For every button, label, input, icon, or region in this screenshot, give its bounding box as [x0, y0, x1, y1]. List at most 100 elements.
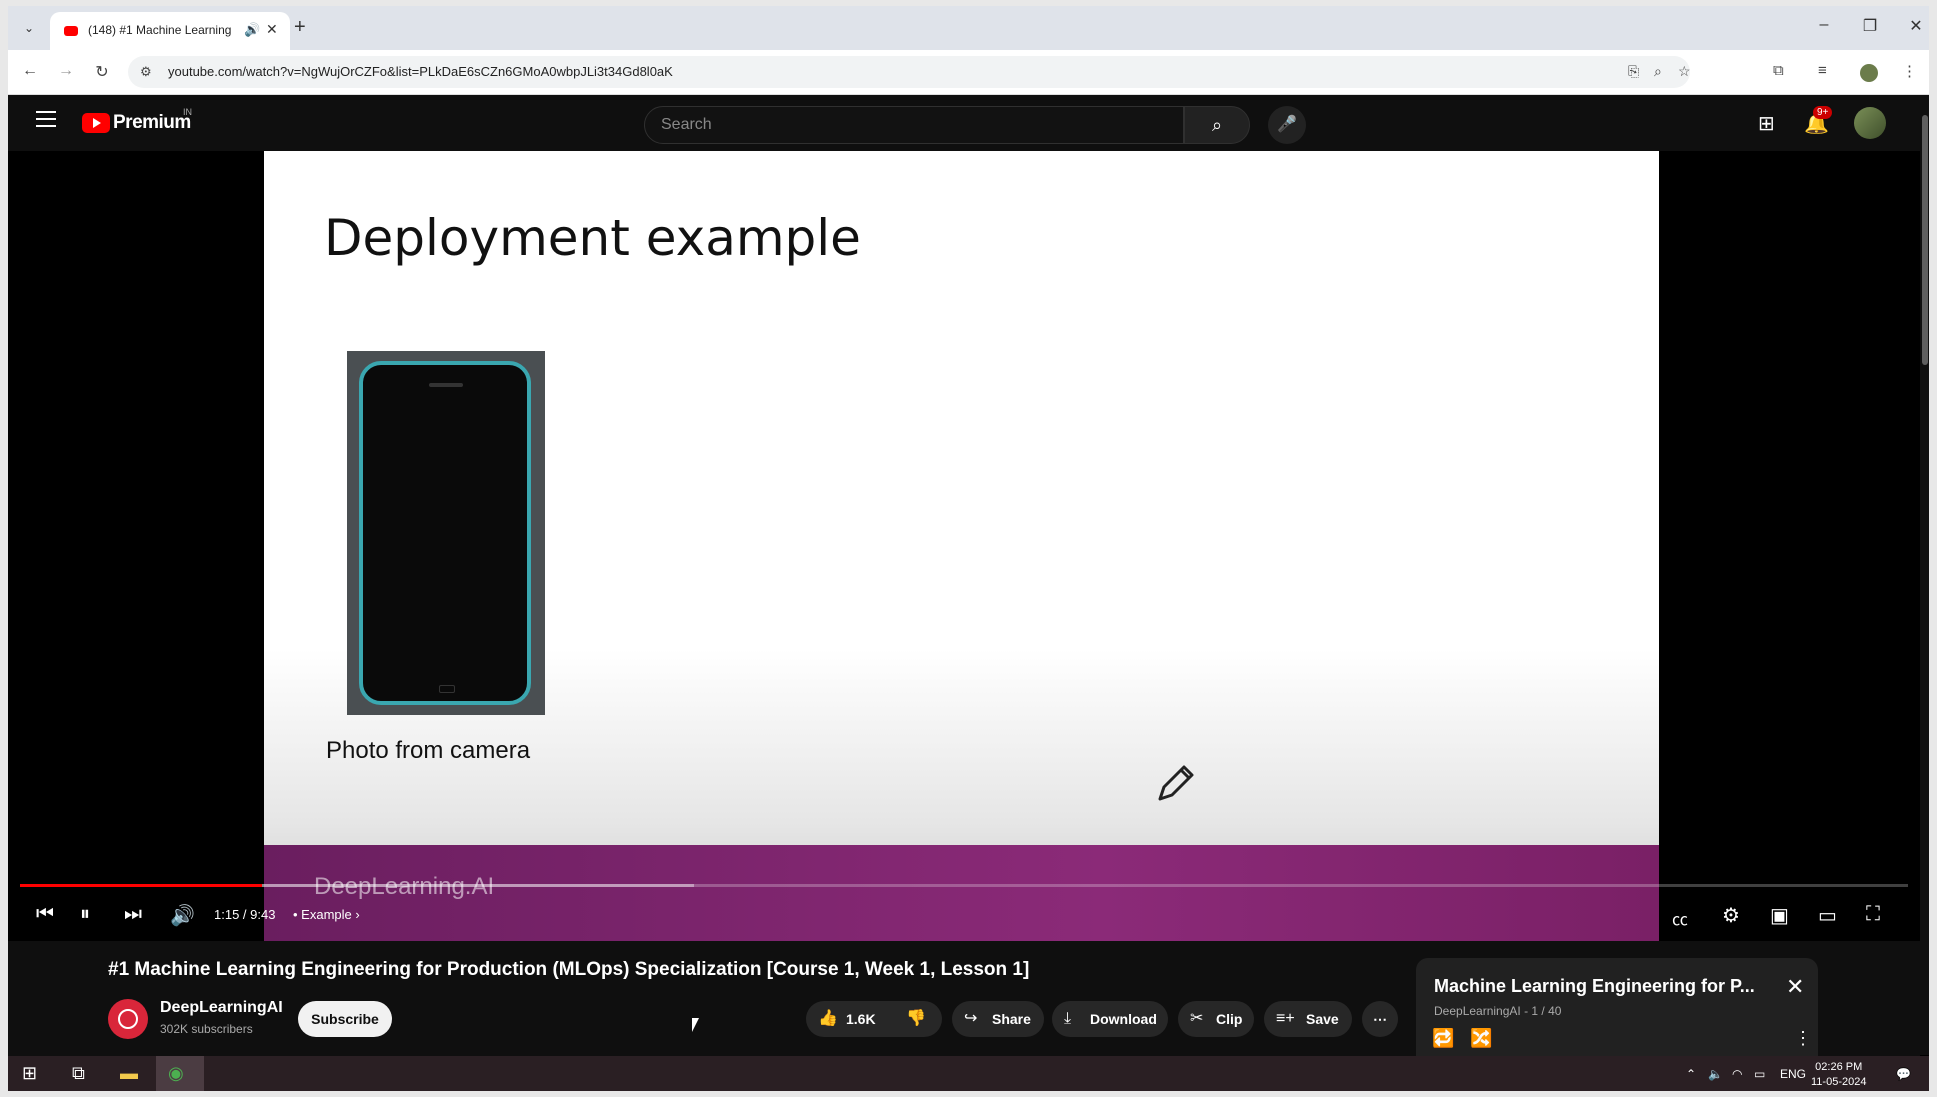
notification-badge: 9+ — [1813, 106, 1833, 119]
like-count[interactable]: 1.6K — [846, 1001, 876, 1037]
windows-start-icon[interactable]: ⊞ — [22, 1063, 37, 1084]
close-window-icon[interactable]: ✕ — [1901, 16, 1929, 36]
wifi-icon[interactable]: ◠ — [1732, 1067, 1742, 1081]
chapter-label[interactable]: • Example — [293, 907, 352, 922]
url-text[interactable]: youtube.com/watch?v=NgWujOrCZFo&list=PLk… — [168, 64, 673, 79]
hamburger-menu-icon[interactable] — [36, 111, 56, 132]
site-info-icon[interactable]: ⚙ — [140, 64, 152, 80]
action-center-icon[interactable]: 💬 — [1896, 1067, 1911, 1081]
zoom-icon[interactable]: ⌕ — [1654, 63, 1662, 80]
pause-icon[interactable]: ⏸ — [80, 903, 90, 926]
create-video-icon[interactable]: ⊞ — [1758, 111, 1775, 136]
clip-button[interactable]: ✂ Clip — [1178, 1001, 1254, 1037]
forward-icon[interactable]: → — [56, 62, 76, 80]
share-icon: ↪ — [964, 1010, 978, 1027]
taskbar-clock[interactable]: 02:26 PM 11-05-2024 — [1811, 1060, 1866, 1090]
phone-icon — [359, 361, 531, 705]
file-explorer-icon[interactable]: ▬ — [120, 1063, 138, 1084]
restore-icon[interactable]: ❐ — [1855, 16, 1885, 36]
mouse-cursor — [692, 1018, 699, 1032]
share-button[interactable]: ↪ Share — [952, 1001, 1044, 1037]
browser-tab[interactable]: (148) #1 Machine Learning 🔊 ✕ — [50, 12, 290, 50]
logo-region: IN — [183, 107, 192, 117]
volume-tray-icon[interactable]: 🔈 — [1708, 1067, 1723, 1081]
like-dislike-group: 👍 1.6K 👎 — [806, 1001, 942, 1037]
miniplayer-icon[interactable]: ▣ — [1770, 903, 1789, 928]
next-icon[interactable]: ⏭ — [124, 903, 142, 926]
media-control-icon[interactable]: ≡ — [1818, 62, 1827, 79]
logo-text[interactable]: Premium — [113, 112, 191, 134]
extensions-icon[interactable]: ⧉ — [1773, 62, 1784, 79]
close-tab-icon[interactable]: ✕ — [266, 21, 278, 38]
volume-icon[interactable]: 🔊 — [170, 903, 195, 928]
settings-gear-icon[interactable]: ⚙ — [1722, 903, 1740, 928]
minimize-icon[interactable]: – — [1809, 16, 1839, 34]
playlist-title[interactable]: Machine Learning Engineering for P... — [1434, 976, 1764, 997]
youtube-header: Premium IN Search ⌕ 🎤 ⊞ 🔔 9+ — [8, 95, 1920, 151]
shuffle-icon[interactable]: 🔀 — [1470, 1028, 1492, 1049]
task-view-icon[interactable]: ⧉ — [72, 1063, 85, 1084]
bookmark-star-icon[interactable]: ☆ — [1678, 63, 1691, 80]
browser-toolbar: ← → ↻ ⚙ youtube.com/watch?v=NgWujOrCZFo&… — [8, 50, 1929, 95]
battery-icon[interactable]: ▭ — [1754, 1067, 1765, 1081]
video-frame: Deployment example Photo from camera — [264, 151, 1659, 941]
save-button[interactable]: ≡+ Save — [1264, 1001, 1352, 1037]
download-button[interactable]: ⤓ Download — [1052, 1001, 1168, 1037]
captions-icon[interactable]: ㏄ — [1672, 906, 1688, 930]
chrome-icon[interactable]: ◉ — [168, 1063, 184, 1084]
close-playlist-icon[interactable]: ✕ — [1786, 974, 1804, 1000]
chevron-right-icon[interactable]: › — [355, 907, 359, 922]
reload-icon[interactable]: ↻ — [92, 62, 112, 82]
channel-name[interactable]: DeepLearningAI — [160, 999, 283, 1017]
tab-title: (148) #1 Machine Learning — [88, 23, 232, 37]
youtube-logo-icon[interactable] — [82, 113, 110, 133]
fullscreen-icon[interactable]: ⛶ — [1866, 903, 1880, 926]
slide-title: Deployment example — [324, 209, 861, 267]
microphone-icon[interactable]: 🎤 — [1268, 106, 1306, 144]
clock-date: 11-05-2024 — [1811, 1076, 1867, 1088]
previous-icon[interactable]: ⏮ — [36, 903, 54, 926]
tray-chevron-icon[interactable]: ⌃ — [1686, 1067, 1696, 1081]
account-avatar[interactable] — [1854, 107, 1886, 139]
slide-caption: Photo from camera — [326, 737, 531, 764]
video-player[interactable]: Deployment example Photo from camera Dee… — [8, 151, 1920, 941]
language-indicator[interactable]: ENG — [1780, 1067, 1806, 1081]
clock-time: 02:26 PM — [1815, 1061, 1863, 1073]
download-icon: ⤓ — [1064, 1010, 1072, 1027]
video-title: #1 Machine Learning Engineering for Prod… — [108, 959, 1030, 980]
playlist-panel: Machine Learning Engineering for P... De… — [1416, 958, 1818, 1068]
scrollbar-thumb[interactable] — [1922, 115, 1928, 365]
time-display: 1:15 / 9:43 — [214, 907, 276, 922]
loop-icon[interactable]: 🔁 — [1432, 1028, 1454, 1049]
deeplearning-watermark: DeepLearning.AI — [314, 873, 495, 900]
install-icon[interactable]: ⎘ — [1628, 63, 1639, 80]
new-tab-icon[interactable]: + — [294, 16, 306, 39]
search-icon[interactable]: ⌕ — [1184, 106, 1250, 144]
dislike-icon[interactable]: 👎 — [906, 1001, 926, 1037]
like-icon[interactable]: 👍 — [818, 1001, 838, 1037]
profile-icon[interactable] — [1860, 64, 1878, 82]
subscribe-button[interactable]: Subscribe — [298, 1001, 392, 1037]
pencil-icon — [1158, 765, 1194, 801]
played-bar — [20, 884, 262, 887]
share-label: Share — [992, 1011, 1031, 1027]
page-scrollbar[interactable] — [1920, 95, 1929, 1055]
chapter-title[interactable]: • Example › — [293, 907, 360, 922]
search-input[interactable]: Search — [644, 106, 1184, 144]
windows-taskbar: ⊞ ⧉ ▬ ◉ ⌃ 🔈 ◠ ▭ ENG 02:26 PM 11-05-2024 … — [8, 1056, 1929, 1091]
playlist-add-icon: ≡+ — [1276, 1010, 1295, 1027]
more-actions-icon[interactable]: ⋯ — [1362, 1001, 1398, 1037]
address-bar[interactable]: ⚙ youtube.com/watch?v=NgWujOrCZFo&list=P… — [128, 56, 1691, 88]
audio-icon[interactable]: 🔊 — [244, 22, 260, 38]
theater-mode-icon[interactable]: ▭ — [1818, 903, 1837, 928]
menu-icon[interactable]: ⋮ — [1902, 62, 1917, 80]
tab-search-icon[interactable]: ⌄ — [18, 18, 40, 38]
browser-window: ⌄ (148) #1 Machine Learning 🔊 ✕ + – ❐ ✕ … — [8, 6, 1929, 1091]
playlist-subtitle[interactable]: DeepLearningAI - 1 / 40 — [1434, 1004, 1561, 1018]
progress-bar[interactable] — [20, 884, 1908, 887]
subscriber-count: 302K subscribers — [160, 1022, 253, 1036]
channel-avatar[interactable] — [108, 999, 148, 1039]
back-icon[interactable]: ← — [20, 62, 40, 80]
save-label: Save — [1306, 1011, 1339, 1027]
playlist-menu-icon[interactable]: ⋮ — [1794, 1028, 1812, 1049]
